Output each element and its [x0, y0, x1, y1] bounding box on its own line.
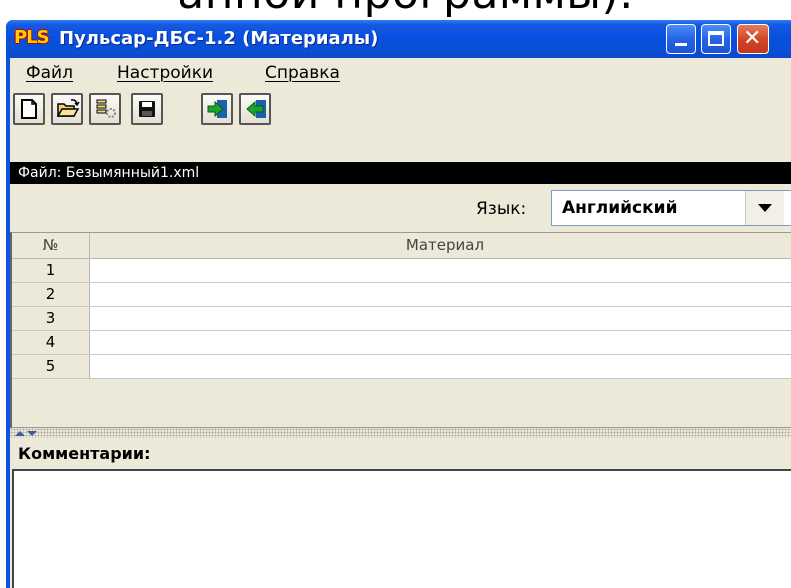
- table-row[interactable]: 4: [12, 331, 791, 355]
- close-icon: ✕: [743, 26, 762, 51]
- import-green-arrow-icon: [207, 100, 227, 118]
- menu-bar: Файл Настройки Справка: [10, 58, 791, 88]
- save-floppy-icon: [139, 101, 155, 117]
- minimize-button[interactable]: [666, 24, 696, 54]
- save-button[interactable]: [131, 93, 163, 125]
- minimize-icon: [675, 43, 687, 46]
- file-status-bar: Файл: Безымянный1.xml: [10, 162, 791, 184]
- export-green-arrow-icon: [246, 100, 266, 118]
- table-row[interactable]: 5: [12, 355, 791, 379]
- toolbar: [10, 91, 791, 132]
- material-cell[interactable]: [90, 259, 791, 282]
- row-number-cell: 5: [12, 355, 90, 378]
- menu-settings[interactable]: Настройки: [117, 61, 213, 85]
- row-number-cell: 4: [12, 331, 90, 354]
- comments-textarea[interactable]: [12, 469, 791, 588]
- language-label: Язык:: [476, 199, 527, 219]
- screenshot-root: анной программы). PLS Пульсар-ДБС-1.2 (М…: [0, 0, 791, 588]
- export-button[interactable]: [239, 93, 271, 125]
- menu-file[interactable]: Файл: [26, 61, 73, 85]
- material-cell[interactable]: [90, 355, 791, 378]
- column-header-material[interactable]: Материал: [90, 233, 791, 258]
- table-row[interactable]: 2: [12, 283, 791, 307]
- window-title: Пульсар-ДБС-1.2 (Материалы): [59, 28, 379, 49]
- language-select[interactable]: Английский: [551, 190, 791, 226]
- comments-label: Комментарии:: [18, 444, 151, 463]
- menu-help[interactable]: Справка: [265, 61, 340, 85]
- slide-caption: анной программы).: [0, 0, 791, 22]
- list-settings-icon: [96, 99, 116, 118]
- materials-table: № Материал 1 2 3 4 5: [10, 232, 791, 428]
- chevron-down-icon: [758, 204, 772, 212]
- close-button[interactable]: ✕: [737, 24, 769, 54]
- client-area: Файл Настройки Справка Файл: Безымянный1…: [10, 58, 791, 588]
- maximize-icon: [708, 31, 724, 46]
- split-arrows-icon[interactable]: [14, 429, 38, 437]
- language-dropdown-button[interactable]: [745, 191, 784, 225]
- title-bar[interactable]: PLS Пульсар-ДБС-1.2 (Материалы) ✕: [6, 20, 791, 58]
- table-row[interactable]: 3: [12, 307, 791, 331]
- table-row[interactable]: 1: [12, 259, 791, 283]
- slide-caption-text: анной программы).: [177, 0, 633, 22]
- row-number-cell: 2: [12, 283, 90, 306]
- open-folder-icon: [56, 99, 80, 117]
- split-pane-divider[interactable]: [10, 428, 791, 438]
- column-header-number[interactable]: №: [12, 233, 90, 258]
- row-number-cell: 3: [12, 307, 90, 330]
- app-window: PLS Пульсар-ДБС-1.2 (Материалы) ✕ Файл Н…: [6, 20, 791, 588]
- import-button[interactable]: [201, 93, 233, 125]
- open-file-button[interactable]: [51, 93, 83, 125]
- material-cell[interactable]: [90, 331, 791, 354]
- maximize-button[interactable]: [701, 24, 731, 54]
- language-selected-value: Английский: [562, 198, 678, 218]
- app-logo: PLS: [14, 27, 50, 48]
- material-cell[interactable]: [90, 307, 791, 330]
- language-row: Язык: Английский: [10, 188, 791, 230]
- table-body: 1 2 3 4 5: [12, 259, 791, 379]
- new-document-icon: [21, 99, 37, 119]
- list-settings-button[interactable]: [89, 93, 121, 125]
- row-number-cell: 1: [12, 259, 90, 282]
- table-header: № Материал: [12, 233, 791, 259]
- new-document-button[interactable]: [13, 93, 45, 125]
- material-cell[interactable]: [90, 283, 791, 306]
